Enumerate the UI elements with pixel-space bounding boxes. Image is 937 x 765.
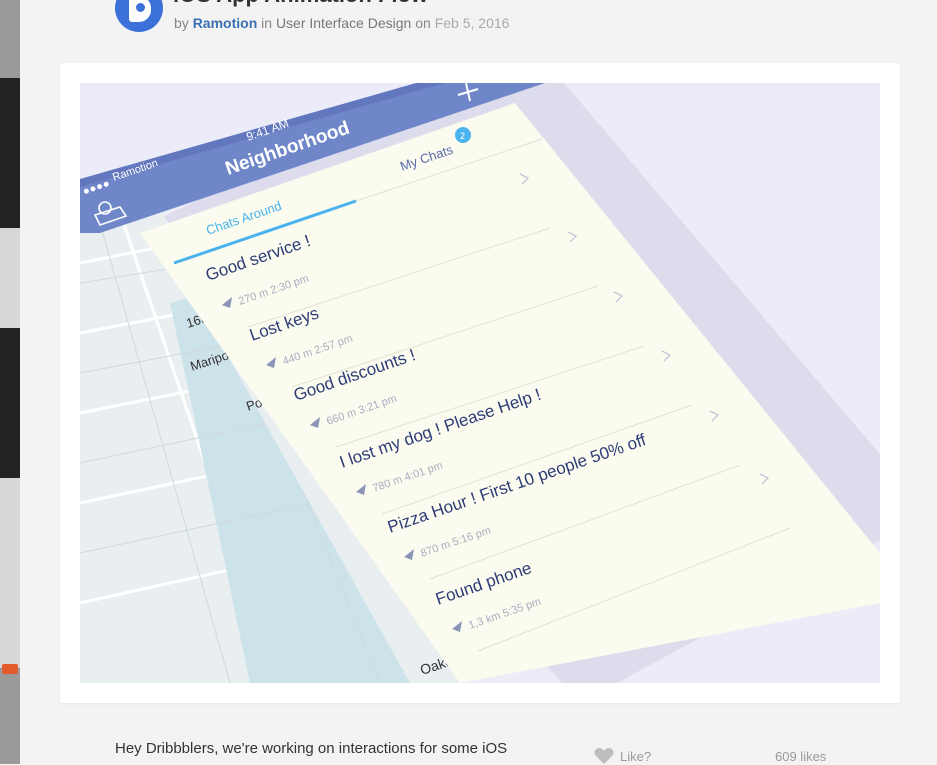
my-chats-badge-count: 2 [460,131,465,141]
shot-image[interactable]: 16th Maripo Pot Oakd Ramotion 9:41 AM Ne… [80,83,880,683]
shot-title: iOS App Animation Flow [173,0,428,8]
shot-date: Feb 5, 2016 [434,15,510,31]
shot-meta: by Ramotion in User Interface Design on … [174,15,509,31]
like-label: Like? [620,748,652,764]
background-page-strip [0,0,20,764]
in-label: in [261,15,273,31]
by-label: by [174,15,189,31]
category-link[interactable]: User Interface Design [276,15,411,31]
shot-description: Hey Dribbblers, we're working on interac… [115,740,508,757]
author-avatar[interactable] [115,0,163,32]
heart-icon [594,748,614,764]
likes-count: 609 likes [775,749,827,764]
author-link[interactable]: Ramotion [193,15,258,31]
on-label: on [415,15,431,31]
like-button[interactable]: Like? [594,747,651,765]
phone-mockup: 16th Maripo Pot Oakd Ramotion 9:41 AM Ne… [80,83,880,683]
